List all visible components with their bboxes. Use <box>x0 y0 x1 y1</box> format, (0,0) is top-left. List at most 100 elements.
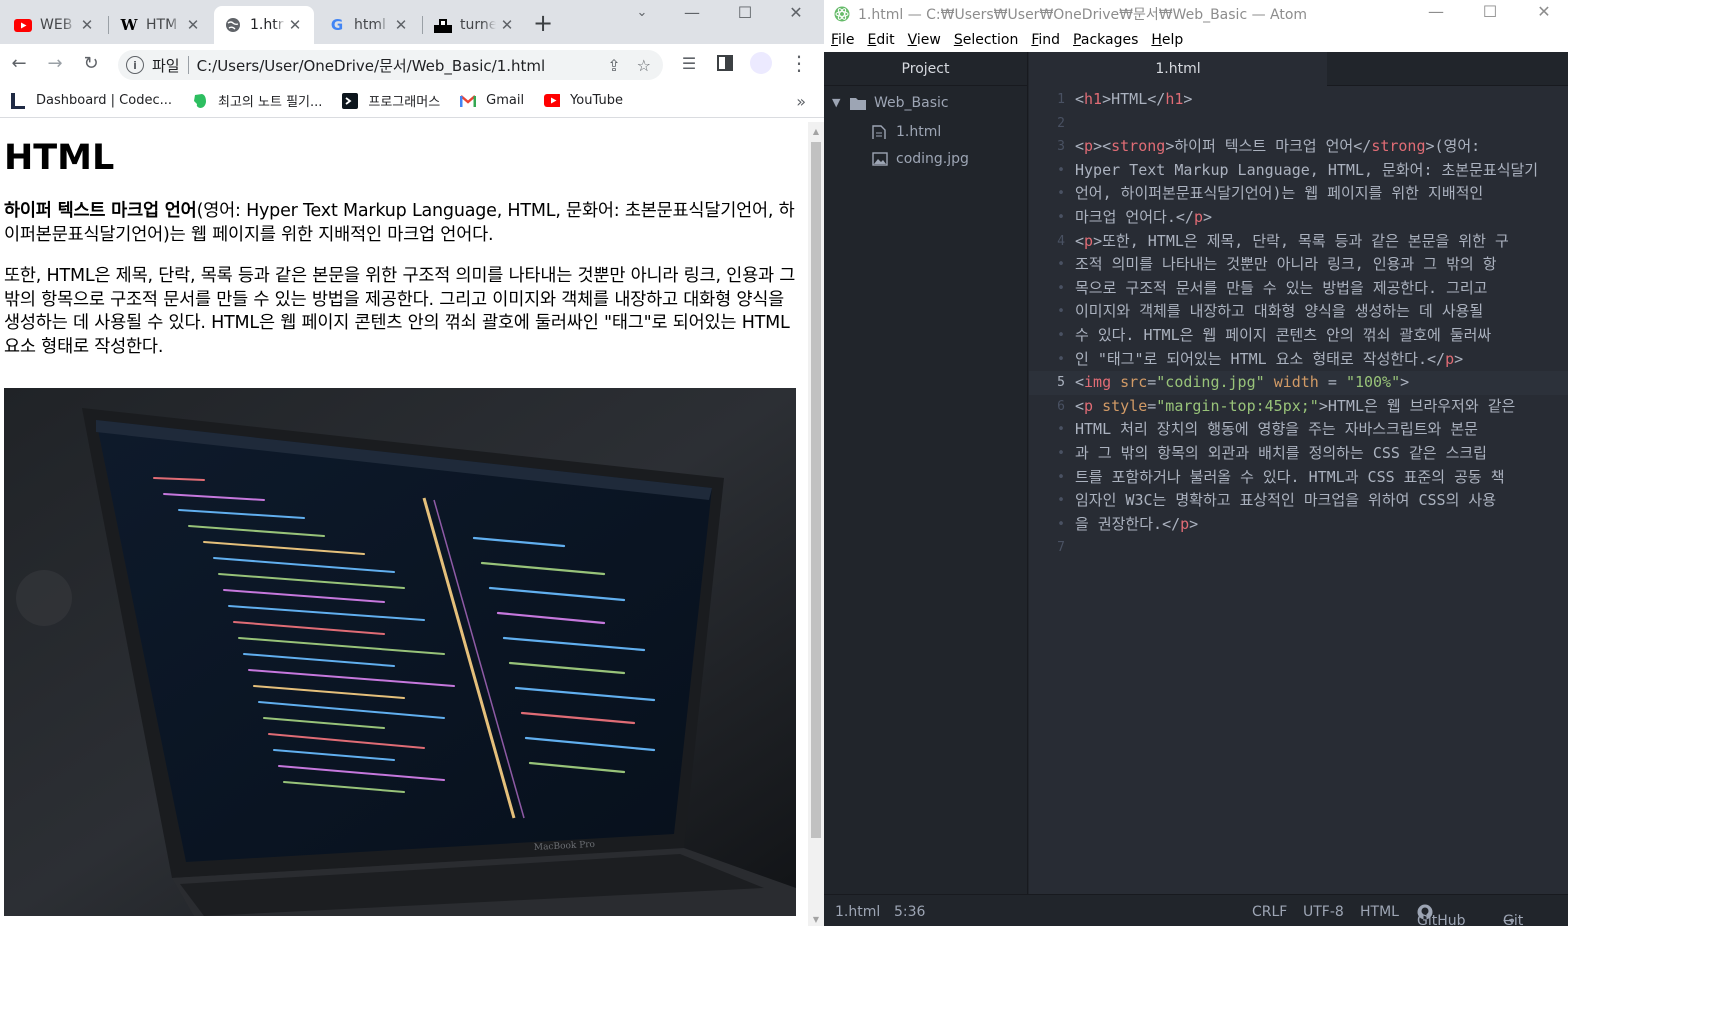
bookmark-evernote[interactable]: 최고의 노트 필기... <box>192 91 322 110</box>
page-scrollbar[interactable]: ▲ ▼ <box>808 122 824 926</box>
code-line[interactable]: 4 <p>또한, HTML은 제목, 단락, 목록 등과 같은 본문을 위한 구 <box>1029 230 1568 254</box>
star-icon[interactable]: ☆ <box>637 56 651 75</box>
atom-close-button[interactable]: ✕ <box>1524 2 1564 21</box>
code-line[interactable]: • 언어, 하이퍼본문표식달기언어)는 웹 페이지를 위한 지배적인 <box>1029 182 1568 206</box>
scroll-down-icon[interactable]: ▼ <box>808 912 824 926</box>
line-number: • <box>1057 469 1065 485</box>
code-line[interactable]: • 조적 의미를 나타내는 것뿐만 아니라 링크, 인용과 그 밖의 항 <box>1029 253 1568 277</box>
menu-packages[interactable]: Packages <box>1073 32 1138 48</box>
code-text: 인 "태그"로 되어있는 HTML 요소 형태로 작성한다.</p> <box>1075 349 1464 368</box>
reload-icon[interactable]: ↻ <box>80 52 102 74</box>
scrollbar-thumb[interactable] <box>811 142 821 838</box>
profile-avatar[interactable] <box>750 52 772 74</box>
reading-list-icon[interactable]: ☰ <box>678 52 700 74</box>
status-cursor-position[interactable]: 5:36 <box>894 904 925 920</box>
close-tab-icon[interactable]: ✕ <box>184 16 202 34</box>
page-viewport: HTML 하이퍼 텍스트 마크업 언어(영어: Hyper Text Marku… <box>0 122 808 926</box>
status-bar: 1.html 5:36 CRLF UTF-8 HTML GitHub ⊸ Git … <box>824 894 1568 926</box>
gmail-icon <box>460 93 477 109</box>
bookmark-codecademy[interactable]: Dashboard | Codec... <box>10 92 172 109</box>
maximize-button[interactable]: ☐ <box>725 2 765 24</box>
menu-edit[interactable]: Edit <box>867 32 894 48</box>
minimize-button[interactable]: — <box>672 2 712 24</box>
editor-tab-1-html[interactable]: 1.html <box>1029 52 1327 86</box>
paragraph-2: 또한, HTML은 제목, 단락, 목록 등과 같은 본문을 위한 구조적 의미… <box>4 266 796 357</box>
code-editor[interactable]: 1.html 1 <h1>HTML</h1> 2 3 <p><strong>하이퍼 텍스… <box>1029 52 1568 894</box>
close-tab-icon[interactable]: ✕ <box>498 16 516 34</box>
code-line[interactable]: • HTML 처리 장치의 행동에 영향을 주는 자바스크립트와 본문 <box>1029 418 1568 442</box>
status-grammar[interactable]: HTML <box>1360 904 1399 920</box>
close-tab-icon[interactable]: ✕ <box>392 16 410 34</box>
menu-find[interactable]: Find <box>1031 32 1060 48</box>
tab-google[interactable]: G html ✕ <box>318 6 420 44</box>
side-panel-icon[interactable] <box>714 52 736 74</box>
codecademy-icon <box>10 92 26 109</box>
project-tab[interactable]: Project <box>824 52 1027 86</box>
info-icon[interactable]: i <box>126 56 144 74</box>
status-github[interactable]: GitHub <box>1417 904 1466 926</box>
code-line[interactable]: • 목으로 구조적 문서를 만들 수 있는 방법을 제공한다. 그리고 <box>1029 277 1568 301</box>
bookmark-gmail[interactable]: Gmail <box>460 93 524 109</box>
code-line[interactable]: • 인 "태그"로 되어있는 HTML 요소 형태로 작성한다.</p> <box>1029 348 1568 372</box>
atom-maximize-button[interactable]: ☐ <box>1470 2 1510 21</box>
status-file[interactable]: 1.html <box>835 904 880 920</box>
tab-local-file[interactable]: 1.htr ✕ <box>214 6 314 44</box>
code-line[interactable]: 5 <img src="coding.jpg" width = "100%"> <box>1029 371 1568 395</box>
address-bar[interactable]: i 파일 C:/Users/User/OneDrive/문서/Web_Basic… <box>118 50 663 80</box>
close-tab-icon[interactable]: ✕ <box>286 16 304 34</box>
forward-arrow-icon[interactable]: → <box>44 52 66 74</box>
code-line[interactable]: • 을 권장한다.</p> <box>1029 513 1568 537</box>
code-line[interactable]: • 과 그 밖의 항목의 외관과 배치를 정의하는 CSS 같은 스크립 <box>1029 442 1568 466</box>
code-text: 조적 의미를 나타내는 것뿐만 아니라 링크, 인용과 그 밖의 항 <box>1075 255 1497 274</box>
tab-title: html <box>354 17 386 33</box>
scroll-up-icon[interactable]: ▲ <box>808 124 824 140</box>
code-line[interactable]: 1 <h1>HTML</h1> <box>1029 88 1568 112</box>
code-line[interactable]: • 트를 포함하거나 불러올 수 있다. HTML과 CSS 표준의 공동 책 <box>1029 466 1568 490</box>
code-text: <h1>HTML</h1> <box>1075 90 1193 108</box>
tab-search-icon[interactable]: ⌄ <box>622 2 662 24</box>
tab-youtube[interactable]: WEB ✕ <box>4 6 106 44</box>
tab-wikipedia[interactable]: W HTM ✕ <box>110 6 212 44</box>
tab-turnitin[interactable]: turne ✕ <box>424 6 526 44</box>
file-text-icon <box>872 124 886 139</box>
atom-minimize-button[interactable]: — <box>1416 2 1456 21</box>
code-line[interactable]: • 마크업 언어다.</p> <box>1029 206 1568 230</box>
menu-help[interactable]: Help <box>1151 32 1183 48</box>
tab-title: turne <box>460 17 496 33</box>
code-text: 과 그 밖의 항목의 외관과 배치를 정의하는 CSS 같은 스크립 <box>1075 443 1487 462</box>
code-line[interactable]: 7 <box>1029 536 1568 560</box>
menu-view[interactable]: View <box>908 32 941 48</box>
more-bookmarks-icon[interactable]: » <box>796 92 806 111</box>
code-line[interactable]: • 이미지와 객체를 내장하고 대화형 양식을 생성하는 데 사용될 <box>1029 300 1568 324</box>
menu-file[interactable]: File <box>831 32 854 48</box>
code-line[interactable]: 3 <p><strong>하이퍼 텍스트 마크업 언어</strong>(영어: <box>1029 135 1568 159</box>
url-text[interactable]: C:/Users/User/OneDrive/문서/Web_Basic/1.ht… <box>197 55 546 76</box>
tree-file-html[interactable]: 1.html <box>824 117 1027 146</box>
youtube-icon <box>544 93 561 109</box>
code-line[interactable]: • 수 있다. HTML은 웹 페이지 콘텐츠 안의 꺾쇠 괄호에 둘러싸 <box>1029 324 1568 348</box>
back-arrow-icon[interactable]: ← <box>8 52 30 74</box>
bookmark-youtube[interactable]: YouTube <box>544 93 623 109</box>
tree-file-jpg[interactable]: coding.jpg <box>824 144 1027 173</box>
new-tab-button[interactable]: + <box>532 10 554 36</box>
line-number: • <box>1057 304 1065 320</box>
status-encoding[interactable]: UTF-8 <box>1303 904 1344 920</box>
code-line[interactable]: 2 <box>1029 112 1568 136</box>
line-number: • <box>1057 445 1065 461</box>
bookmark-programmers[interactable]: 프로그래머스 <box>342 91 440 110</box>
close-window-button[interactable]: ✕ <box>776 2 816 24</box>
code-line[interactable]: • Hyper Text Markup Language, HTML, 문화어: … <box>1029 159 1568 183</box>
code-text: 수 있다. HTML은 웹 페이지 콘텐츠 안의 꺾쇠 괄호에 둘러싸 <box>1075 325 1492 344</box>
code-line[interactable]: 6 <p style="margin-top:45px;">HTML은 웹 브라우… <box>1029 395 1568 419</box>
more-menu-icon[interactable]: ⋮ <box>788 51 810 75</box>
tab-strip: WEB ✕ W HTM ✕ 1.htr ✕ G html ✕ turne ✕ +… <box>0 0 824 44</box>
menu-selection[interactable]: Selection <box>954 32 1019 48</box>
code-lines[interactable]: 1 <h1>HTML</h1> 2 3 <p><strong>하이퍼 텍스트 마크업 언… <box>1029 88 1568 560</box>
close-tab-icon[interactable]: ✕ <box>78 16 96 34</box>
share-icon[interactable]: ⇪ <box>607 56 620 75</box>
line-number: • <box>1057 162 1065 178</box>
tree-folder-web-basic[interactable]: ▼ Web_Basic <box>824 88 1027 117</box>
status-line-ending[interactable]: CRLF <box>1252 904 1287 920</box>
code-line[interactable]: • 임자인 W3C는 명확하고 표상적인 마크업을 위하여 CSS의 사용 <box>1029 489 1568 513</box>
paragraph-1: 하이퍼 텍스트 마크업 언어(영어: Hyper Text Markup Lan… <box>4 201 795 245</box>
